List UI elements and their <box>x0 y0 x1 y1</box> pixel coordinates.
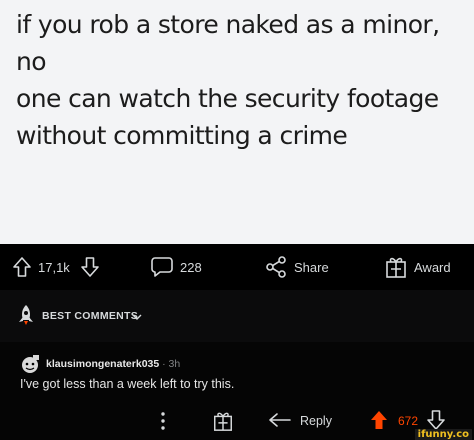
gift-icon <box>386 257 406 278</box>
meme-caption: if you rob a store naked as a minor, no … <box>16 6 466 154</box>
comment-body: I've got less than a week left to try th… <box>20 377 235 391</box>
comment-count: 228 <box>180 259 202 275</box>
share-label: Share <box>294 259 329 275</box>
comment-item: klausimongenaterk035 · 3h I've got less … <box>0 342 474 440</box>
more-vertical-icon <box>161 412 165 430</box>
comment-score: 672 <box>398 414 419 428</box>
downvote-arrow-icon <box>427 409 445 430</box>
meme-line: if you rob a store naked as a minor, no <box>16 10 440 76</box>
upvote-count: 17,1k <box>38 259 70 275</box>
reply-button[interactable]: Reply <box>268 408 332 434</box>
upvote-arrow-filled-icon <box>371 410 387 429</box>
chevron-down-icon <box>132 314 142 320</box>
comment-timestamp: · 3h <box>159 358 181 370</box>
downvote-arrow-icon <box>81 257 99 277</box>
username[interactable]: klausimongenaterk035 <box>46 358 159 370</box>
comment-award-button[interactable] <box>212 408 234 434</box>
comment-author[interactable]: klausimongenaterk035 · 3h <box>46 358 180 370</box>
vote-group: 17,1k <box>12 254 100 280</box>
meme-line: without committing a crime <box>16 121 348 150</box>
comment-action-bar: Reply 672 <box>0 402 474 440</box>
comments-sort-header[interactable]: BEST COMMENTS <box>0 290 474 342</box>
award-label: Award <box>414 259 451 275</box>
gift-icon <box>214 412 232 431</box>
comment-upvote-button[interactable] <box>368 409 390 434</box>
share-button[interactable]: Share <box>264 254 329 280</box>
downvote-button[interactable] <box>80 256 100 278</box>
comments-button[interactable]: 228 <box>150 254 202 280</box>
meme-image: if you rob a store naked as a minor, no … <box>0 0 474 244</box>
share-icon <box>266 256 286 278</box>
sort-label: BEST COMMENTS <box>42 310 139 322</box>
meme-line: one can watch the security footage <box>16 84 439 113</box>
more-options-button[interactable] <box>160 408 166 434</box>
reply-label: Reply <box>300 414 332 428</box>
upvote-button[interactable] <box>12 256 32 278</box>
comment-bubble-icon <box>151 257 173 277</box>
upvote-arrow-icon <box>13 257 31 277</box>
rocket-icon <box>19 305 33 325</box>
post-action-bar: 17,1k 228 Share Award <box>0 244 474 290</box>
reply-arrow-icon <box>269 413 291 427</box>
avatar[interactable] <box>20 354 40 374</box>
award-button[interactable]: Award <box>384 254 451 280</box>
ifunny-watermark: ifunny.co <box>414 429 472 440</box>
